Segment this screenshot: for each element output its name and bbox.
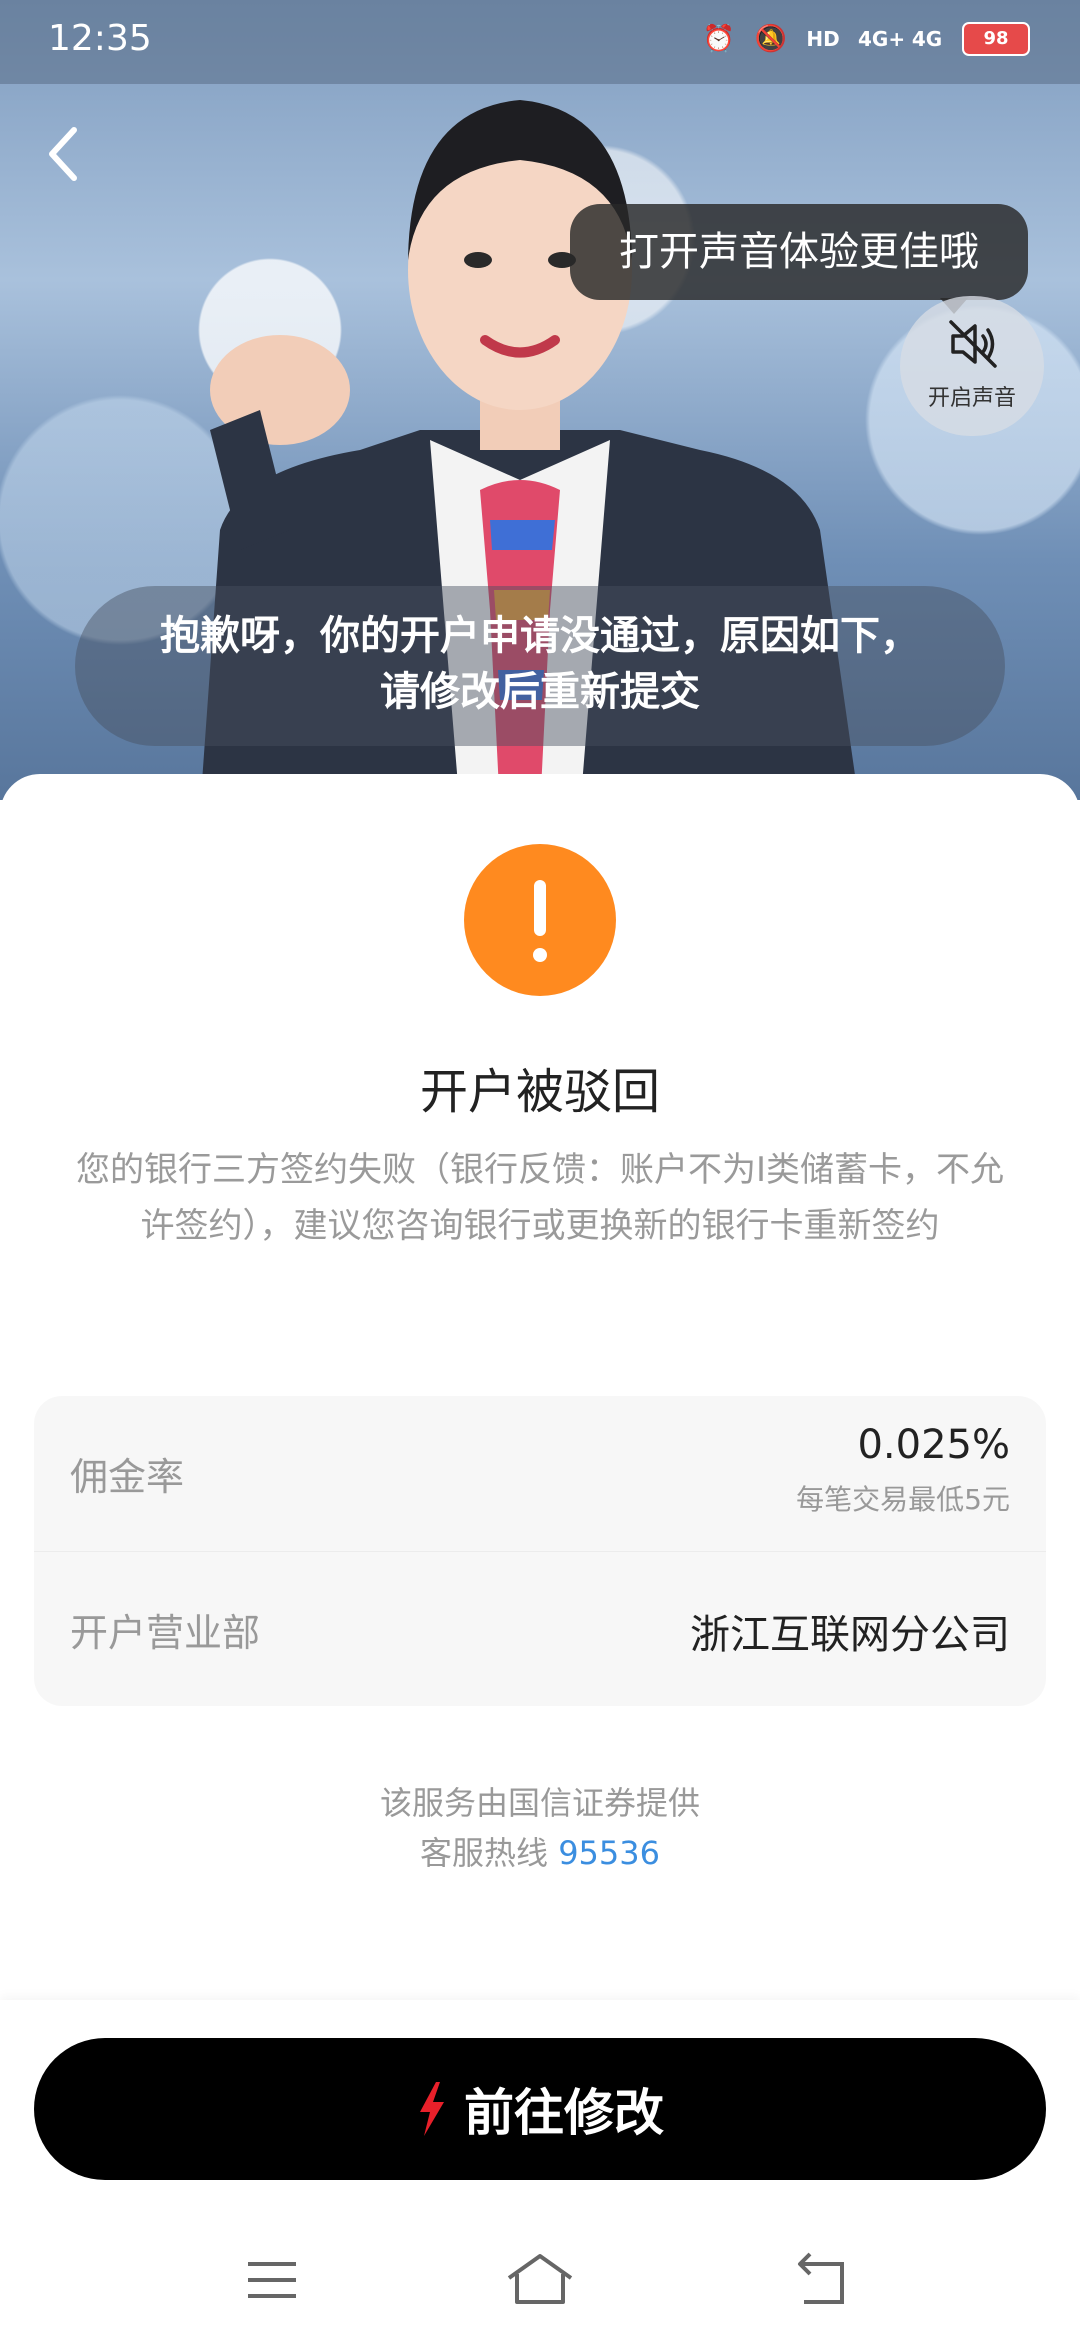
hd-icon: HD bbox=[806, 27, 840, 51]
account-info-box: 佣金率 0.025% 每笔交易最低5元 开户营业部 浙江互联网分公司 bbox=[34, 1396, 1046, 1706]
warning-icon bbox=[464, 844, 616, 996]
hotline: 客服热线 95536 bbox=[0, 1828, 1080, 1878]
commission-rate-note: 每笔交易最低5元 bbox=[796, 1483, 1010, 1516]
result-title: 开户被驳回 bbox=[419, 1064, 660, 1120]
provider-info: 该服务由国信证券提供 客服热线 95536 bbox=[0, 1778, 1080, 1878]
system-nav-bar bbox=[0, 2240, 1080, 2320]
back-nav-icon[interactable] bbox=[792, 2250, 852, 2310]
subtitle-line-1: 抱歉呀，你的开户申请没通过，原因如下， bbox=[160, 613, 920, 659]
video-subtitle: 抱歉呀，你的开户申请没通过，原因如下， 请修改后重新提交 bbox=[75, 586, 1005, 746]
sound-tooltip: 打开声音体验更佳哦 bbox=[570, 204, 1028, 314]
back-chevron-icon[interactable] bbox=[44, 124, 84, 184]
speaker-muted-icon bbox=[949, 320, 997, 368]
commission-rate-value: 0.025% bbox=[857, 1422, 1010, 1468]
signal-4g-icon: 4G bbox=[911, 27, 943, 51]
alarm-icon: ⏰ bbox=[702, 24, 736, 54]
lightning-icon bbox=[420, 2082, 444, 2136]
branch-label: 开户营业部 bbox=[70, 1611, 261, 1655]
video-hero[interactable]: 12:35 ⏰ 🔕 HD 4G+ 4G 98 打开声音体验更佳哦 开启声音 抱歉… bbox=[0, 0, 1080, 800]
hotline-label: 客服热线 bbox=[420, 1834, 549, 1872]
branch-value: 浙江互联网分公司 bbox=[690, 1612, 1010, 1658]
bottom-action-bar: 前往修改 bbox=[0, 2000, 1080, 2340]
commission-rate-row: 佣金率 0.025% 每笔交易最低5元 bbox=[34, 1396, 1046, 1551]
subtitle-line-2: 请修改后重新提交 bbox=[380, 669, 700, 715]
mute-notification-icon: 🔕 bbox=[754, 24, 788, 54]
home-icon[interactable] bbox=[505, 2250, 575, 2310]
go-modify-button[interactable]: 前往修改 bbox=[34, 2038, 1046, 2180]
signal-4g-plus-icon: 4G+ bbox=[858, 27, 906, 51]
provider-text: 该服务由国信证券提供 bbox=[379, 1784, 700, 1822]
hotline-number-link[interactable]: 95536 bbox=[558, 1834, 660, 1872]
status-icons: ⏰ 🔕 HD 4G+ 4G 98 bbox=[702, 22, 1030, 56]
status-time: 12:35 bbox=[48, 18, 152, 59]
enable-sound-button[interactable]: 开启声音 bbox=[900, 296, 1044, 436]
commission-rate-label: 佣金率 bbox=[70, 1455, 185, 1499]
result-description: 您的银行三方签约失败（银行反馈：账户不为I类储蓄卡，不允许签约），建议您咨询银行… bbox=[75, 1150, 1005, 1246]
result-card: 开户被驳回 您的银行三方签约失败（银行反馈：账户不为I类储蓄卡，不允许签约），建… bbox=[0, 774, 1080, 2000]
branch-row: 开户营业部 浙江互联网分公司 bbox=[34, 1551, 1046, 1707]
status-bar: 12:35 ⏰ 🔕 HD 4G+ 4G 98 bbox=[0, 0, 1080, 84]
go-modify-label: 前往修改 bbox=[464, 2084, 664, 2142]
battery-icon: 98 bbox=[962, 22, 1030, 56]
menu-icon[interactable] bbox=[242, 2250, 302, 2310]
enable-sound-label: 开启声音 bbox=[927, 386, 1016, 411]
